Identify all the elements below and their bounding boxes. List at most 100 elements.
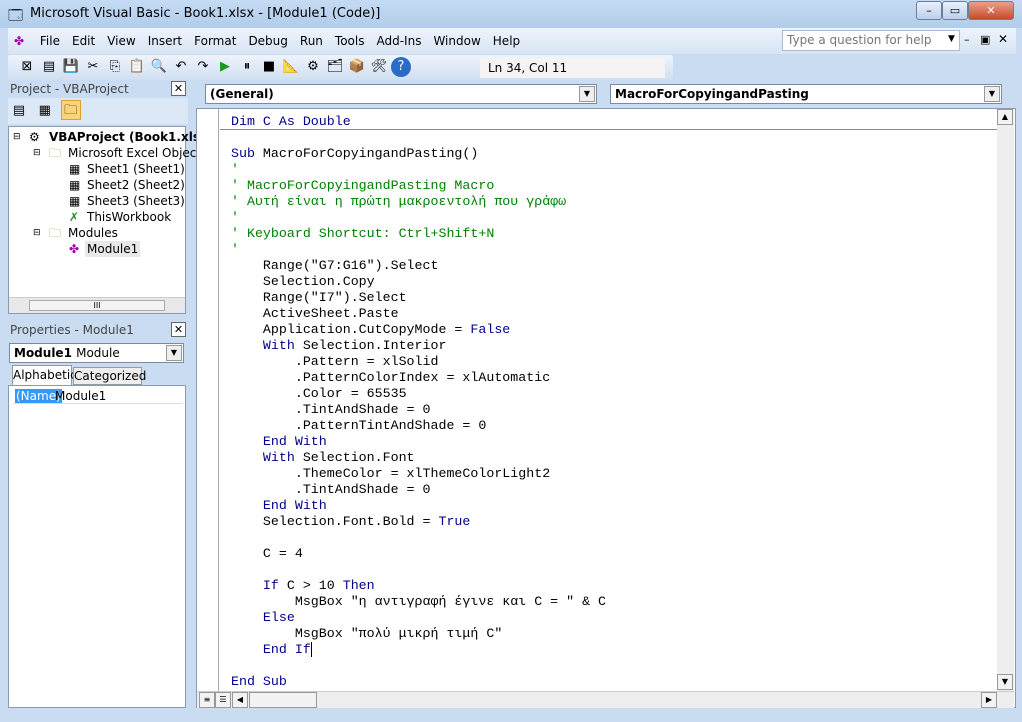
help-icon[interactable]: ? <box>391 57 411 77</box>
undo-icon[interactable]: ↶ <box>171 57 191 77</box>
code-line[interactable] <box>231 130 606 146</box>
menu-format[interactable]: Format <box>188 28 242 54</box>
tree-item-sheet3[interactable]: Sheet3 (Sheet3) <box>87 193 185 209</box>
tree-item-thisworkbook[interactable]: ThisWorkbook <box>87 209 171 225</box>
tree-folder-modules[interactable]: Modules <box>68 225 118 241</box>
object-browser-icon[interactable]: 📦 <box>347 57 367 77</box>
child-close-button[interactable]: ✕ <box>998 32 1008 46</box>
tree-folder-excel-objects[interactable]: Microsoft Excel Objects <box>68 145 207 161</box>
code-line[interactable]: Sub MacroForCopyingandPasting() <box>231 146 606 162</box>
code-line[interactable]: ' Αυτή είναι η πρώτη μακροεντολή που γρά… <box>231 194 606 210</box>
code-line[interactable]: Else <box>231 610 606 626</box>
tree-root[interactable]: VBAProject (Book1.xlsx) <box>49 129 213 145</box>
property-row[interactable]: (Name) Module1 <box>13 388 183 404</box>
horizontal-scroll-thumb[interactable] <box>249 692 317 708</box>
tab-categorized[interactable]: Categorized <box>73 367 146 385</box>
code-line[interactable]: .TintAndShade = 0 <box>231 482 606 498</box>
code-line[interactable]: Range("I7").Select <box>231 290 606 306</box>
menu-debug[interactable]: Debug <box>242 28 293 54</box>
code-line[interactable]: ' MacroForCopyingandPasting Macro <box>231 178 606 194</box>
code-line[interactable]: .Pattern = xlSolid <box>231 354 606 370</box>
cut-icon[interactable]: ✂ <box>83 57 103 77</box>
project-horizontal-scrollbar[interactable]: III <box>9 297 185 313</box>
code-line[interactable]: ActiveSheet.Paste <box>231 306 606 322</box>
chevron-down-icon[interactable]: ▼ <box>166 345 182 361</box>
code-vertical-scrollbar[interactable]: ▲ ▼ <box>997 109 1014 691</box>
code-line[interactable]: If C > 10 Then <box>231 578 606 594</box>
paste-icon[interactable]: 📋 <box>127 57 147 77</box>
code-line[interactable]: .ThemeColor = xlThemeColorLight2 <box>231 466 606 482</box>
help-dropdown-icon[interactable]: ▼ <box>948 34 955 44</box>
design-mode-icon[interactable]: 📐 <box>281 57 301 77</box>
toggle-folders-icon[interactable]: 🗀 <box>60 100 81 120</box>
tab-alphabetic[interactable]: Alphabetic <box>12 365 77 386</box>
menu-insert[interactable]: Insert <box>142 28 188 54</box>
child-restore-button[interactable]: ▣ <box>980 33 990 46</box>
scroll-right-icon[interactable]: ▶ <box>981 692 997 708</box>
menu-view[interactable]: View <box>101 28 141 54</box>
child-minimize-button[interactable]: – <box>964 33 970 46</box>
minimize-button[interactable]: – <box>916 1 942 20</box>
code-line[interactable]: .TintAndShade = 0 <box>231 402 606 418</box>
menu-edit[interactable]: Edit <box>66 28 101 54</box>
code-line[interactable]: With Selection.Font <box>231 450 606 466</box>
code-line[interactable]: .PatternColorIndex = xlAutomatic <box>231 370 606 386</box>
chevron-down-icon[interactable]: ▼ <box>579 86 595 102</box>
save-icon[interactable]: 💾 <box>61 57 81 77</box>
code-line[interactable]: ' <box>231 210 606 226</box>
project-close-button[interactable]: ✕ <box>171 81 186 96</box>
object-dropdown[interactable]: (General) ▼ <box>205 84 597 104</box>
procedure-view-icon[interactable]: ≡ <box>199 692 215 708</box>
code-line[interactable]: C = 4 <box>231 546 606 562</box>
toolbox-icon[interactable]: 🛠 <box>369 57 389 77</box>
code-line[interactable]: MsgBox "πολύ μικρή τιμή C" <box>231 626 606 642</box>
properties-close-button[interactable]: ✕ <box>171 322 186 337</box>
collapse-icon[interactable]: ⊟ <box>33 225 41 241</box>
scroll-up-icon[interactable]: ▲ <box>997 109 1013 125</box>
menu-file[interactable]: File <box>34 28 66 54</box>
menu-run[interactable]: Run <box>294 28 329 54</box>
project-explorer-icon[interactable]: ⚙ <box>303 57 323 77</box>
code-line[interactable]: Selection.Copy <box>231 274 606 290</box>
full-module-view-icon[interactable]: ☰ <box>215 692 231 708</box>
code-line[interactable]: Application.CutCopyMode = False <box>231 322 606 338</box>
menu-tools[interactable]: Tools <box>329 28 371 54</box>
tree-item-sheet1[interactable]: Sheet1 (Sheet1) <box>87 161 185 177</box>
reset-icon[interactable]: ■ <box>259 57 279 77</box>
tree-item-module1[interactable]: Module1 <box>85 241 141 257</box>
code-line[interactable]: End With <box>231 498 606 514</box>
properties-object-dropdown[interactable]: Module1 Module ▼ <box>9 343 184 363</box>
code-line[interactable]: ' Keyboard Shortcut: Ctrl+Shift+N <box>231 226 606 242</box>
code-editor[interactable]: Dim C As Double Sub MacroForCopyingandPas… <box>231 114 606 690</box>
code-line[interactable]: MsgBox "η αντιγραφή έγινε και C = " & C <box>231 594 606 610</box>
maximize-button[interactable]: ▭ <box>942 1 968 20</box>
close-button[interactable]: ✕ <box>968 1 1014 20</box>
view-code-icon[interactable]: ▤ <box>9 101 29 121</box>
procedure-dropdown[interactable]: MacroForCopyingandPasting ▼ <box>610 84 1002 104</box>
code-line[interactable]: Range("G7:G16").Select <box>231 258 606 274</box>
copy-icon[interactable]: ⎘ <box>105 57 125 77</box>
break-icon[interactable]: ⏸ <box>237 57 257 77</box>
code-line[interactable]: .Color = 65535 <box>231 386 606 402</box>
code-line[interactable]: Selection.Font.Bold = True <box>231 514 606 530</box>
scroll-down-icon[interactable]: ▼ <box>997 674 1013 690</box>
code-line[interactable]: End With <box>231 434 606 450</box>
code-line[interactable]: .PatternTintAndShade = 0 <box>231 418 606 434</box>
property-value[interactable]: Module1 <box>55 389 106 403</box>
code-line[interactable]: Dim C As Double <box>231 114 606 130</box>
menu-help[interactable]: Help <box>487 28 526 54</box>
margin-indicator-bar[interactable] <box>197 109 219 691</box>
code-line[interactable] <box>231 562 606 578</box>
code-line[interactable] <box>231 530 606 546</box>
help-search-input[interactable]: Type a question for help <box>782 30 960 51</box>
chevron-down-icon[interactable]: ▼ <box>984 86 1000 102</box>
run-icon[interactable]: ▶ <box>215 57 235 77</box>
collapse-icon[interactable]: ⊟ <box>13 129 21 145</box>
menu-window[interactable]: Window <box>427 28 486 54</box>
view-object-icon[interactable]: ▦ <box>35 101 55 121</box>
code-line[interactable]: End If <box>231 642 606 658</box>
find-icon[interactable]: 🔍 <box>149 57 169 77</box>
menu-add-ins[interactable]: Add-Ins <box>370 28 427 54</box>
code-line[interactable]: With Selection.Interior <box>231 338 606 354</box>
code-line[interactable] <box>231 658 606 674</box>
